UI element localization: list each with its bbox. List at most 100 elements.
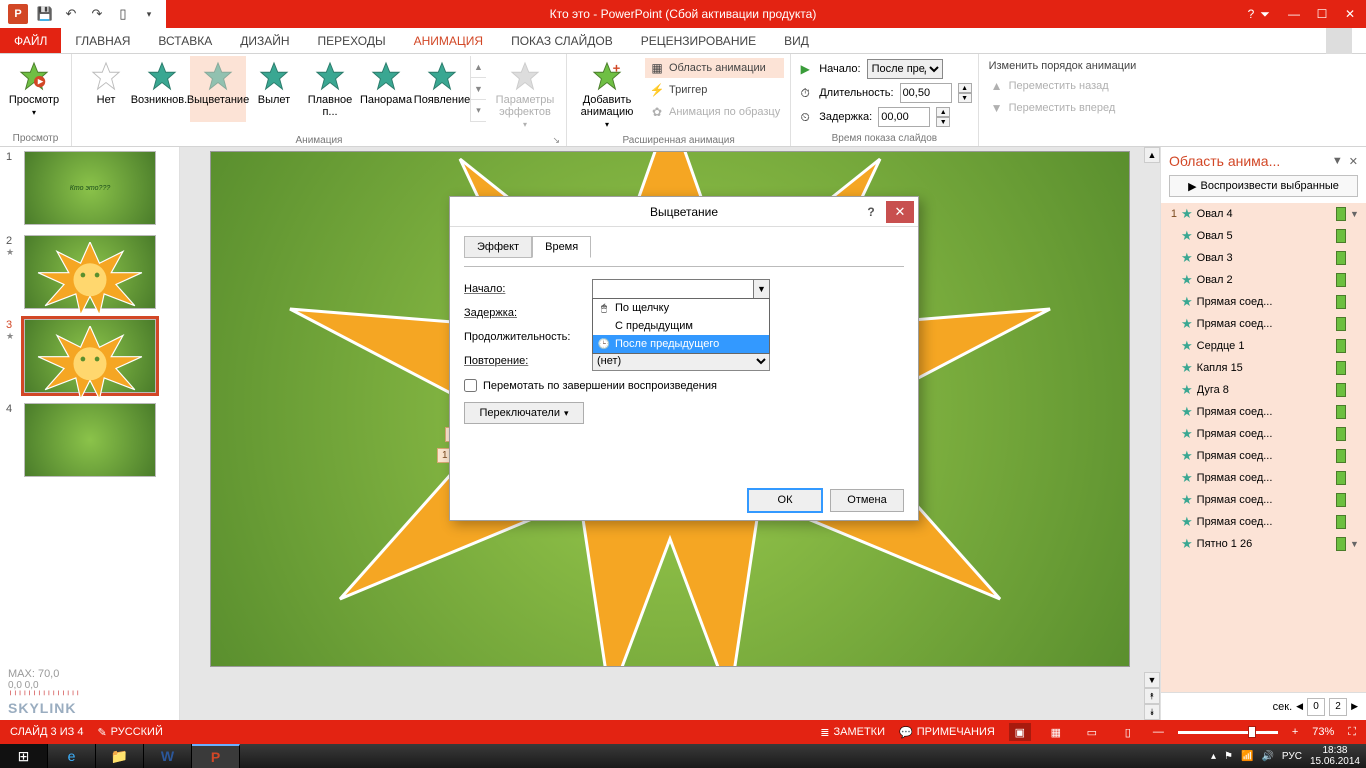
- thumbnail-2[interactable]: 2★: [6, 235, 173, 309]
- dialog-close-icon[interactable]: ✕: [886, 201, 914, 223]
- maximize-icon[interactable]: ☐: [1310, 4, 1334, 24]
- zoom-in-icon[interactable]: +: [1292, 726, 1298, 738]
- tray-network-icon[interactable]: 📶: [1241, 751, 1253, 762]
- tray-volume-icon[interactable]: 🔊: [1261, 751, 1273, 762]
- anim-shape[interactable]: Появление: [414, 56, 470, 122]
- dialog-help-icon[interactable]: ?: [858, 201, 884, 223]
- dlg-triggers-button[interactable]: Переключатели▾: [464, 402, 584, 424]
- animation-list-item[interactable]: ★Овал 5: [1161, 225, 1366, 247]
- taskbar-word[interactable]: W: [144, 744, 192, 768]
- dlg-start-combo[interactable]: ▼ 🖱По щелчку С предыдущим 🕒После предыду…: [592, 279, 770, 299]
- tab-animation[interactable]: АНИМАЦИЯ: [400, 28, 497, 53]
- animation-list-item[interactable]: ★Прямая соед...: [1161, 445, 1366, 467]
- tab-insert[interactable]: ВСТАВКА: [144, 28, 226, 53]
- animation-list-item[interactable]: 1★Овал 4▼: [1161, 203, 1366, 225]
- start-button[interactable]: ⊞: [0, 744, 48, 768]
- comments-button[interactable]: 💬ПРИМЕЧАНИЯ: [899, 726, 995, 739]
- reading-view-icon[interactable]: ▭: [1081, 723, 1103, 741]
- redo-icon[interactable]: ↷: [88, 5, 106, 23]
- tray-clock[interactable]: 18:3815.06.2014: [1310, 745, 1360, 767]
- preview-button[interactable]: Просмотр▾: [6, 56, 62, 121]
- start-select[interactable]: После пред...: [867, 59, 943, 79]
- pane-dropdown-icon[interactable]: ▼: [1332, 155, 1343, 168]
- help-icon[interactable]: ?: [1246, 4, 1256, 24]
- save-icon[interactable]: 💾: [36, 5, 54, 23]
- thumbnail-4[interactable]: 4: [6, 403, 173, 477]
- pane-close-icon[interactable]: ✕: [1349, 155, 1358, 168]
- animation-list-item[interactable]: ★Прямая соед...: [1161, 313, 1366, 335]
- tray-flag-icon[interactable]: ⚑: [1224, 751, 1233, 762]
- tray-expand-icon[interactable]: ▴: [1211, 751, 1216, 762]
- dialog-title-bar[interactable]: Выцветание ? ✕: [450, 197, 918, 227]
- tab-file[interactable]: ФАЙЛ: [0, 28, 61, 53]
- anim-appear[interactable]: Возникнов...: [134, 56, 190, 122]
- play-selected-button[interactable]: ▶Воспроизвести выбранные: [1169, 175, 1358, 197]
- animation-list-item[interactable]: ★Прямая соед...: [1161, 423, 1366, 445]
- animation-list-item[interactable]: ★Капля 15: [1161, 357, 1366, 379]
- anim-fly[interactable]: Вылет: [246, 56, 302, 122]
- thumbnail-1[interactable]: 1 Кто это???: [6, 151, 173, 225]
- close-icon[interactable]: ✕: [1338, 4, 1362, 24]
- spin-up-icon[interactable]: ▲: [936, 107, 950, 117]
- add-animation-button[interactable]: +Добавить анимацию▾: [573, 56, 641, 133]
- slide-counter[interactable]: СЛАЙД 3 ИЗ 4: [10, 726, 83, 738]
- dlg-cancel-button[interactable]: Отмена: [830, 489, 904, 512]
- animation-list-item[interactable]: ★Прямая соед...: [1161, 467, 1366, 489]
- scroll-down-icon[interactable]: ▼: [1144, 672, 1160, 688]
- animation-list-item[interactable]: ★Прямая соед...: [1161, 291, 1366, 313]
- dlg-ok-button[interactable]: ОК: [748, 489, 822, 512]
- tab-view[interactable]: ВИД: [770, 28, 823, 53]
- opt-on-click[interactable]: 🖱По щелчку: [593, 299, 769, 317]
- animation-list-item[interactable]: ★Прямая соед...: [1161, 511, 1366, 533]
- animation-pane-button[interactable]: ▦Область анимации: [645, 58, 784, 78]
- start-slideshow-icon[interactable]: ▯: [114, 5, 132, 23]
- next-slide-icon[interactable]: ⯯: [1144, 704, 1160, 720]
- animation-list-item[interactable]: ★Прямая соед...: [1161, 489, 1366, 511]
- zoom-out-icon[interactable]: —: [1153, 726, 1164, 738]
- animation-list-item[interactable]: ★Овал 2: [1161, 269, 1366, 291]
- anim-none[interactable]: Нет: [78, 56, 134, 122]
- tray-lang[interactable]: РУС: [1282, 751, 1302, 762]
- dlg-repeat-select[interactable]: (нет): [592, 351, 770, 371]
- dialog-tab-time[interactable]: Время: [532, 236, 591, 258]
- taskbar-ie[interactable]: e: [48, 744, 96, 768]
- gallery-up-icon[interactable]: ▲: [471, 56, 486, 78]
- tab-home[interactable]: ГЛАВНАЯ: [61, 28, 144, 53]
- opt-after-previous[interactable]: 🕒После предыдущего: [593, 335, 769, 353]
- taskbar-powerpoint[interactable]: P: [192, 744, 240, 768]
- order-0[interactable]: 0: [1307, 698, 1325, 716]
- animation-list-item[interactable]: ★Дуга 8: [1161, 379, 1366, 401]
- sorter-view-icon[interactable]: ▦: [1045, 723, 1067, 741]
- animation-list-item[interactable]: ★Пятно 1 26▼: [1161, 533, 1366, 555]
- gallery-more-icon[interactable]: ▾: [471, 100, 486, 122]
- taskbar-explorer[interactable]: 📁: [96, 744, 144, 768]
- zoom-slider[interactable]: [1178, 731, 1278, 734]
- normal-view-icon[interactable]: ▣: [1009, 723, 1031, 741]
- opt-with-previous[interactable]: С предыдущим: [593, 317, 769, 335]
- animation-list-item[interactable]: ★Прямая соед...: [1161, 401, 1366, 423]
- anim-fade[interactable]: Выцветание: [190, 56, 246, 122]
- qat-customize-icon[interactable]: ▾: [140, 5, 158, 23]
- dialog-launcher-icon[interactable]: ↘: [552, 135, 560, 146]
- duration-input[interactable]: [900, 83, 952, 103]
- prev-slide-icon[interactable]: ⯭: [1144, 688, 1160, 704]
- fit-window-icon[interactable]: ⛶: [1348, 726, 1356, 739]
- thumbnail-3[interactable]: 3★: [6, 319, 173, 393]
- timeline-left-icon[interactable]: ◀: [1296, 701, 1303, 712]
- order-2[interactable]: 2: [1329, 698, 1347, 716]
- tab-slideshow[interactable]: ПОКАЗ СЛАЙДОВ: [497, 28, 627, 53]
- spin-down-icon[interactable]: ▼: [958, 93, 972, 103]
- scroll-up-icon[interactable]: ▲: [1144, 147, 1160, 163]
- spin-up-icon[interactable]: ▲: [958, 83, 972, 93]
- animation-list-item[interactable]: ★Овал 3: [1161, 247, 1366, 269]
- trigger-button[interactable]: ⚡Триггер: [645, 80, 784, 100]
- tab-review[interactable]: РЕЦЕНЗИРОВАНИЕ: [627, 28, 770, 53]
- zoom-level[interactable]: 73%: [1312, 726, 1334, 738]
- language-indicator[interactable]: ✎РУССКИЙ: [97, 726, 162, 739]
- undo-icon[interactable]: ↶: [62, 5, 80, 23]
- spin-down-icon[interactable]: ▼: [936, 117, 950, 127]
- ribbon-display-icon[interactable]: ⏷: [1260, 4, 1270, 24]
- account-icon[interactable]: [1326, 28, 1352, 54]
- notes-button[interactable]: ≣ЗАМЕТКИ: [820, 726, 885, 739]
- tab-transitions[interactable]: ПЕРЕХОДЫ: [304, 28, 400, 53]
